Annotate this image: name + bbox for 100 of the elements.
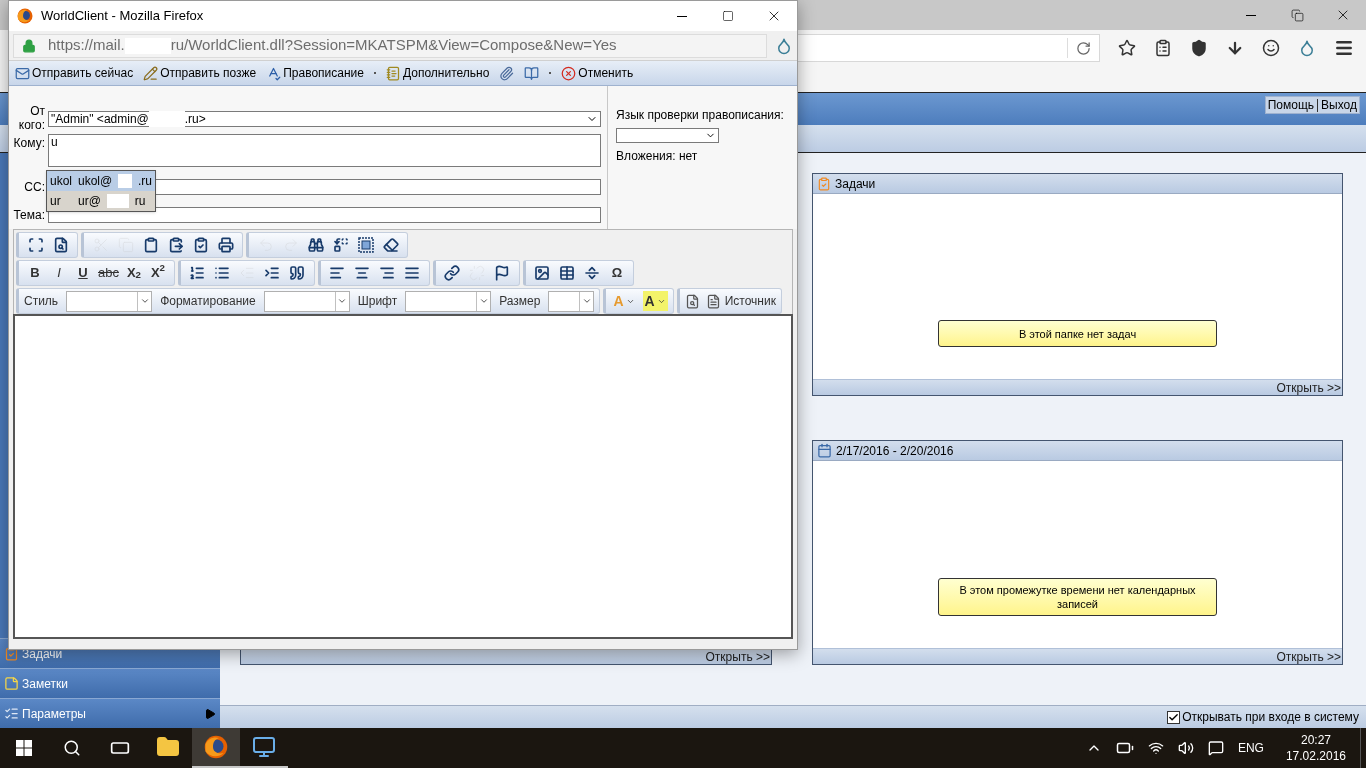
header-link[interactable]: Выход (1321, 96, 1357, 114)
spell-language-label: Язык проверки правописания: (616, 107, 785, 124)
address-bar[interactable]: https://mail. ru/WorldClient.dll?Session=MKATSPM&View=Compose&New=Yes (13, 33, 767, 58)
firefox-icon (17, 8, 33, 24)
checkbox[interactable] (1167, 710, 1181, 724)
unlink-icon (469, 265, 486, 281)
window-title: WorldClient - Mozilla Firefox (41, 7, 205, 26)
link-icon (444, 265, 461, 281)
field-label: Кому: (12, 135, 45, 152)
header-link[interactable]: Помощь (1267, 96, 1315, 114)
sidebar-item[interactable]: Параметры (0, 698, 220, 728)
suggestion-item[interactable]: ur ur@ ru (47, 191, 155, 211)
menu-icon[interactable] (1334, 38, 1354, 58)
check-icon (1168, 711, 1180, 723)
clock[interactable]: 20:27 17.02.2016 (1285, 732, 1346, 764)
frame-icon (27, 237, 44, 253)
from-select[interactable]: "Admin" <admin@ .ru> (48, 111, 601, 127)
redo-icon (282, 237, 299, 253)
calendar-icon (817, 443, 832, 458)
taskbar-app[interactable] (192, 728, 240, 768)
monitor-icon (252, 735, 276, 759)
spell-language-select[interactable] (616, 128, 719, 143)
chevron-down-icon (139, 296, 150, 306)
suggestion-item[interactable]: ukol ukol@ .ru (47, 171, 155, 191)
image-icon (534, 265, 551, 281)
attachments-text: Вложения: нет (616, 148, 699, 165)
align-justify-icon (404, 265, 421, 281)
background-color-button[interactable]: A (642, 291, 668, 311)
cancel-icon (561, 65, 577, 81)
reading-list-icon[interactable] (1154, 39, 1172, 57)
align-right-icon (379, 265, 396, 281)
paperclip-icon[interactable] (499, 65, 515, 81)
document-icon (705, 293, 721, 309)
field-value: "Admin" <admin@ (51, 112, 149, 126)
binoculars-icon (307, 237, 324, 253)
format-button[interactable]: abc (96, 262, 121, 284)
download-icon[interactable] (1226, 39, 1244, 57)
chevron-down-icon (337, 296, 348, 306)
toolbar-button[interactable]: Дополнительно (386, 64, 490, 82)
settings-list-icon (4, 706, 19, 721)
align-center-icon (354, 265, 371, 281)
quote-icon (289, 265, 306, 281)
search-icon (63, 739, 81, 757)
field-label: От кого: (17, 104, 45, 132)
framed-square-icon (357, 237, 374, 253)
print-icon (217, 237, 234, 253)
wifi-icon[interactable] (1147, 740, 1164, 756)
to-field[interactable]: u (48, 134, 601, 167)
format-button[interactable]: B (24, 262, 46, 284)
task-icon (817, 176, 831, 191)
chevron-down-icon (581, 296, 592, 306)
bullet-list-icon (214, 265, 231, 281)
panel-title: Задачи (835, 175, 876, 193)
open-link[interactable]: Открыть >> (705, 647, 771, 666)
toolbar-button[interactable]: Отправить сейчас (15, 64, 134, 82)
numbered-list-icon (189, 265, 206, 281)
text-field[interactable] (48, 207, 601, 223)
submenu-arrow-icon (204, 707, 216, 720)
indent-icon (264, 265, 281, 281)
reload-icon (1076, 40, 1091, 56)
toolbar-button[interactable]: Правописание (266, 64, 364, 82)
sidebar-item[interactable]: Заметки (0, 668, 220, 698)
preview-icon (52, 237, 69, 253)
cut-icon (92, 237, 109, 253)
star-icon[interactable] (1118, 39, 1136, 57)
format-label: Размер (499, 293, 541, 310)
windows-logo-icon (16, 740, 32, 756)
source-button[interactable]: Источник (705, 292, 776, 310)
field-label: Тема: (12, 207, 45, 224)
open-link[interactable]: Открыть >> (1276, 647, 1342, 666)
format-button[interactable]: X$_{2}$ (122, 262, 145, 284)
format-button[interactable]: U (72, 262, 94, 284)
eraser-icon (382, 237, 399, 253)
horizontal-rule-icon (584, 265, 601, 281)
preview-icon[interactable] (684, 293, 700, 309)
url-text: https://mail. (48, 35, 125, 56)
format-button[interactable]: Ω (605, 262, 628, 284)
table-icon (559, 265, 576, 281)
droplet-icon[interactable] (1298, 39, 1316, 57)
volume-icon[interactable] (1177, 740, 1194, 756)
checkbox-label: Открывать при входе в систему (1182, 709, 1359, 726)
pencil-icon (143, 65, 159, 81)
outdent-icon (239, 265, 256, 281)
format-button[interactable]: I (48, 262, 70, 284)
shield-icon[interactable] (1190, 39, 1208, 57)
open-link[interactable]: Открыть >> (1276, 378, 1342, 397)
field-value: .ru> (184, 112, 207, 126)
paste-text-icon (167, 237, 184, 253)
address-book-icon[interactable] (524, 65, 540, 81)
toolbar-button[interactable]: Отправить позже (143, 64, 257, 82)
smiley-icon[interactable] (1262, 39, 1280, 57)
restore-icon (1290, 8, 1304, 22)
format-button[interactable]: X$^{2}$ (146, 262, 169, 284)
firefox-icon (204, 735, 228, 759)
spellcheck-icon (266, 65, 282, 81)
url-text: ru/WorldClient.dll?Session=MKATSPM&View=Compose&New=Yes (170, 35, 617, 56)
droplet-icon[interactable] (775, 36, 793, 55)
notifications-icon[interactable] (1207, 740, 1224, 756)
language-indicator[interactable]: ENG (1237, 739, 1264, 757)
toolbar-button[interactable]: Отменить (561, 64, 634, 82)
